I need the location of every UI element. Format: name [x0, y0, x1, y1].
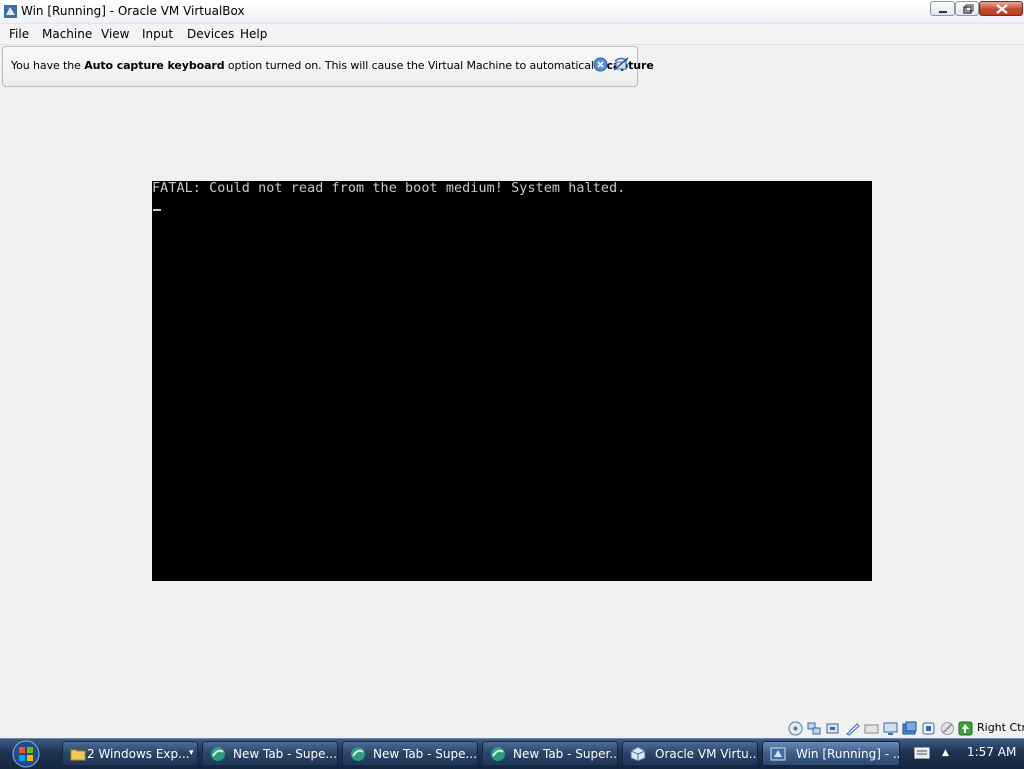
menu-view[interactable]: View	[101, 27, 129, 41]
menu-devices[interactable]: Devices	[187, 27, 234, 41]
taskbar-item-label: Oracle VM Virtu...	[655, 747, 758, 761]
video-capture-icon[interactable]	[921, 721, 936, 736]
close-notification-icon[interactable]	[593, 57, 608, 72]
notice-text-1: You have the	[11, 59, 85, 72]
host-key-icon[interactable]	[958, 721, 973, 736]
usb-icon[interactable]	[825, 721, 840, 736]
menu-machine[interactable]: Machine	[42, 27, 92, 41]
auto-capture-notification: You have the Auto capture keyboard optio…	[2, 46, 654, 87]
text-cursor	[153, 209, 161, 211]
notice-bold-1: Auto capture keyboard	[84, 59, 225, 72]
virtualbox-vm-icon	[770, 747, 786, 761]
display-icon[interactable]	[883, 721, 898, 736]
taskbar-item-new-tab-3[interactable]: New Tab - Super...	[482, 741, 618, 766]
show-hidden-icons-icon[interactable]: ▲	[942, 748, 949, 758]
host-key-label: Right Ctrl	[977, 721, 1024, 734]
close-icon	[996, 4, 1008, 14]
folder-icon	[70, 749, 86, 761]
vm-display[interactable]: FATAL: Could not read from the boot medi…	[152, 181, 872, 581]
do-not-show-again-icon[interactable]	[612, 57, 630, 72]
menu-help[interactable]: Help	[240, 27, 267, 41]
taskbar-item-label: New Tab - Supe...	[373, 747, 477, 761]
browser-icon	[491, 747, 505, 761]
notification-text: You have the Auto capture keyboard optio…	[11, 59, 654, 72]
taskbar-item-label: New Tab - Super...	[513, 747, 618, 761]
taskbar-item-new-tab-1[interactable]: New Tab - Supe...	[202, 741, 338, 766]
browser-icon	[211, 747, 225, 761]
menu-bar: File Machine View Input Devices Help	[0, 24, 1024, 45]
restore-icon	[963, 4, 974, 14]
boot-error-message: FATAL: Could not read from the boot medi…	[152, 181, 626, 196]
optical-drive-icon[interactable]	[788, 721, 803, 736]
title-bar[interactable]: Win [Running] - Oracle VM VirtualBox	[0, 0, 1024, 24]
minimize-icon	[939, 11, 947, 13]
network-icon[interactable]	[807, 721, 822, 736]
taskbar-item-windows-explorer[interactable]: 2 Windows Exp... ▾	[62, 741, 198, 766]
virtualbox-app-icon	[4, 5, 17, 18]
close-button[interactable]	[979, 1, 1023, 16]
floppy-icon[interactable]	[864, 721, 879, 736]
mouse-integration-icon[interactable]	[940, 721, 955, 736]
taskbar-item-oracle-vm[interactable]: Oracle VM Virtu...	[622, 741, 758, 766]
start-button[interactable]	[8, 740, 44, 768]
window-title: Win [Running] - Oracle VM VirtualBox	[21, 4, 245, 18]
taskbar-item-win-running[interactable]: Win [Running] - ...	[762, 741, 900, 766]
clock[interactable]: 1:57 AM	[967, 745, 1016, 759]
shared-folders-icon[interactable]	[845, 721, 860, 736]
restore-button[interactable]	[955, 1, 979, 16]
menu-file[interactable]: File	[9, 27, 29, 41]
menu-input[interactable]: Input	[142, 27, 173, 41]
minimize-button[interactable]	[930, 1, 955, 16]
taskbar-item-label: 2 Windows Exp...	[87, 747, 190, 761]
notice-text-2: option turned on. This will cause the Vi…	[224, 59, 607, 72]
hard-disk-icon[interactable]	[902, 721, 917, 736]
taskbar-item-new-tab-2[interactable]: New Tab - Supe...	[342, 741, 478, 766]
taskbar-item-label: Win [Running] - ...	[796, 747, 900, 761]
chevron-down-icon: ▾	[189, 748, 194, 758]
virtualbox-icon	[630, 746, 646, 762]
keyboard-language-icon[interactable]	[914, 746, 930, 760]
browser-icon	[351, 747, 365, 761]
taskbar-item-label: New Tab - Supe...	[233, 747, 337, 761]
